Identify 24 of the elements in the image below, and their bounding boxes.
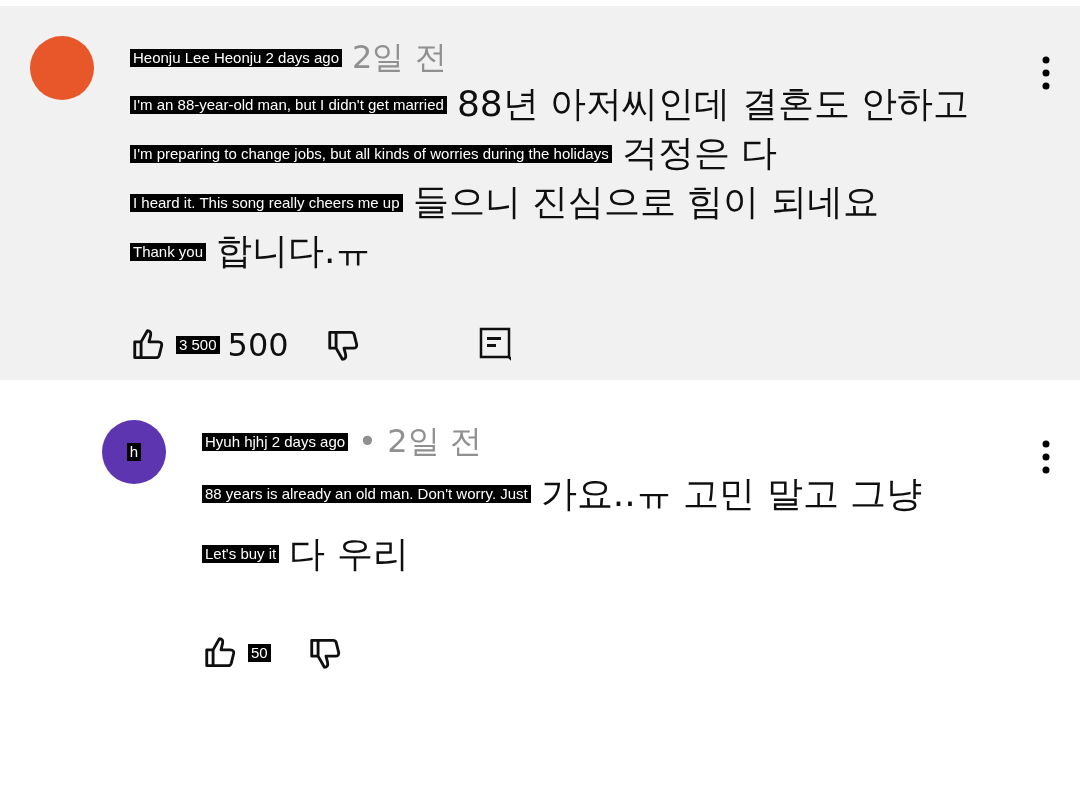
translation-label: 3 500 [176, 336, 220, 354]
more-options-icon[interactable] [1042, 56, 1050, 90]
comment-text: 가요..ㅠ 고민 말고 그냥 [540, 471, 922, 516]
translation-label: I'm an 88-year-old man, but I didn't get married [130, 95, 447, 114]
comment-text: 걱정은 다 [621, 131, 778, 175]
comment-text: 다 우리 [289, 531, 409, 576]
translation-label: Let's buy it [202, 545, 280, 563]
translation-label: I'm preparing to change jobs, but all kinds of worries during the holidays [130, 144, 612, 163]
translation-label: 88 years is already an old man. Don't worry. Just [202, 485, 531, 503]
comment-text: 합니다.ㅠ [216, 229, 372, 273]
translation-label: Thank you [130, 242, 207, 261]
translation-label: I heard it. This song really cheers me up [130, 193, 403, 212]
comment-date: 2일 전 [352, 37, 447, 78]
more-options-icon[interactable] [1042, 440, 1050, 474]
translation-label: 50 [248, 644, 271, 662]
like-count: 500 [227, 326, 289, 364]
comment-text: 들으니 진심으로 힘이 되네요 [412, 180, 879, 224]
comment-text: 88년 아저씨인데 결혼도 안하고 [456, 82, 970, 126]
translation-label: Heonju Lee Heonju 2 days ago [130, 49, 342, 67]
translation-label: Hyuh hjhj 2 days ago [202, 433, 349, 451]
reply-icon[interactable] [478, 327, 511, 363]
avatar[interactable]: h [102, 420, 166, 484]
translation-label: h [126, 443, 142, 461]
comment-date: • 2일 전 [358, 421, 482, 462]
